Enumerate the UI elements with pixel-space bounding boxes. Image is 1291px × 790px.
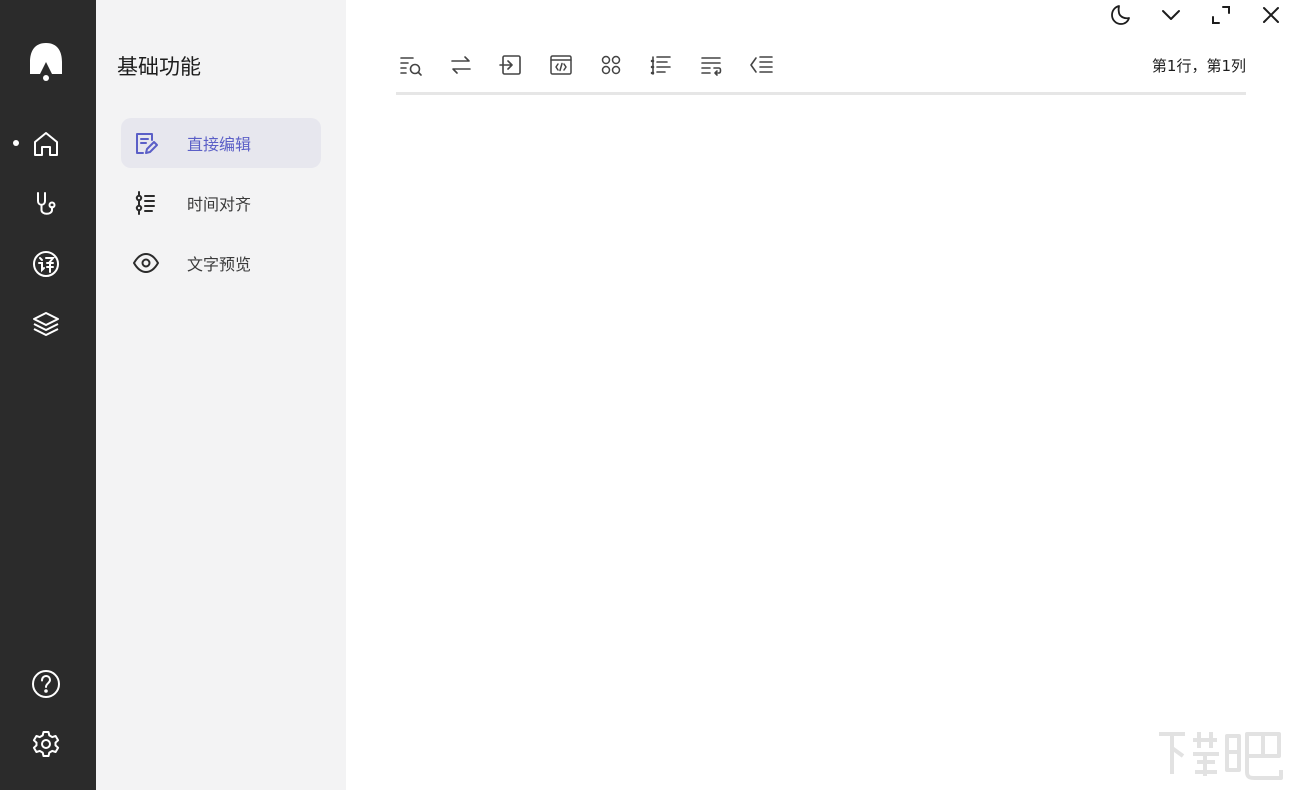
- nav-item-label: 时间对齐: [187, 195, 252, 214]
- toolbar-divider: [396, 92, 1246, 95]
- sort-icon: [650, 56, 671, 75]
- find-icon: [400, 57, 422, 76]
- rail-settings-button[interactable]: [24, 722, 68, 766]
- import-icon: [499, 55, 521, 75]
- maximize-icon: [1212, 6, 1230, 24]
- layers-icon: [33, 312, 59, 336]
- code-icon: [550, 55, 572, 75]
- watermark-logo: [1159, 732, 1283, 780]
- code-view-button[interactable]: [546, 48, 596, 82]
- translate-icon: [33, 251, 59, 277]
- nav-item-time-align[interactable]: 时间对齐: [121, 178, 321, 228]
- grid-icon: [601, 55, 621, 75]
- left-rail: [0, 0, 96, 790]
- nav-item-label: 直接编辑: [187, 135, 252, 154]
- close-icon: [1263, 7, 1279, 23]
- settings-icon: [32, 731, 60, 757]
- find-button[interactable]: [396, 48, 446, 82]
- app-window: 基础功能 直接编辑 时间对齐 文字预览 第1行，第1列: [0, 0, 1291, 790]
- grid-button[interactable]: [596, 48, 646, 82]
- nav-item-direct-edit[interactable]: 直接编辑: [121, 118, 321, 168]
- rail-diagnose-button[interactable]: [24, 182, 68, 226]
- rail-layers-button[interactable]: [24, 302, 68, 346]
- sort-button[interactable]: [646, 48, 696, 82]
- swap-icon: [451, 56, 471, 74]
- rail-help-button[interactable]: [24, 662, 68, 706]
- home-icon: [34, 132, 58, 156]
- app-logo-icon: [30, 43, 62, 81]
- nav-item-text-preview[interactable]: 文字预览: [121, 238, 321, 288]
- rail-home-button[interactable]: [24, 122, 68, 166]
- eye-icon: [132, 249, 160, 277]
- outdent-button[interactable]: [746, 48, 796, 82]
- panel-title: 基础功能: [117, 55, 201, 79]
- maximize-button[interactable]: [1204, 0, 1238, 30]
- rail-translate-button[interactable]: [24, 242, 68, 286]
- wrap-button[interactable]: [696, 48, 746, 82]
- timeline-align-icon: [132, 189, 160, 217]
- minimize-button[interactable]: [1154, 0, 1188, 30]
- edit-document-icon: [132, 129, 160, 157]
- theme-moon-icon: [1111, 5, 1130, 25]
- feature-panel: 基础功能 直接编辑 时间对齐 文字预览: [96, 0, 346, 790]
- outdent-icon: [750, 56, 773, 73]
- stethoscope-icon: [37, 192, 56, 215]
- theme-toggle-button[interactable]: [1103, 0, 1137, 30]
- help-icon: [32, 670, 60, 698]
- chevron-down-icon: [1162, 10, 1180, 20]
- wrap-icon: [701, 57, 722, 76]
- editor-toolbar: [396, 48, 796, 82]
- cursor-position-status: 第1行，第1列: [1151, 57, 1246, 75]
- close-button[interactable]: [1254, 0, 1288, 30]
- import-button[interactable]: [496, 48, 546, 82]
- nav-item-label: 文字预览: [187, 255, 252, 274]
- editor-area[interactable]: [396, 100, 1246, 740]
- swap-button[interactable]: [446, 48, 496, 82]
- active-indicator: [13, 140, 19, 146]
